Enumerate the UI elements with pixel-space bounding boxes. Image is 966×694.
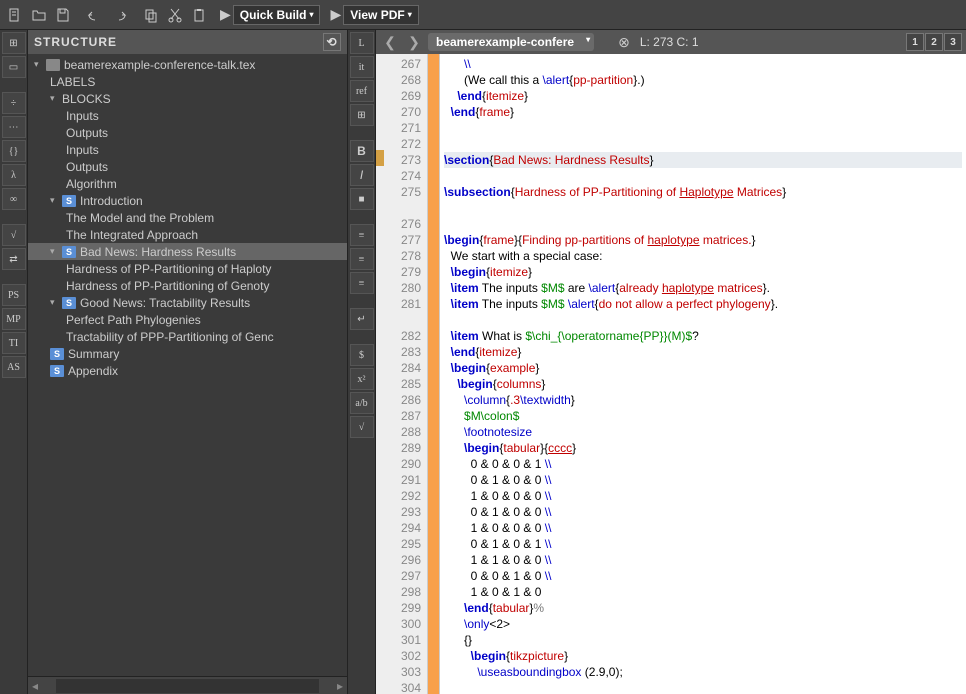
new-file-icon[interactable] [4, 4, 26, 26]
tree-subsection[interactable]: Hardness of PP-Partitioning of Haploty [28, 260, 347, 277]
tree-subsection[interactable]: Perfect Path Phylogenies [28, 311, 347, 328]
math-icon[interactable]: $ [350, 344, 374, 366]
lambda-icon[interactable]: λ [2, 164, 26, 186]
arrow-icon[interactable]: ⇄ [2, 248, 26, 270]
tree-section[interactable]: ▾SGood News: Tractability Results [28, 294, 347, 311]
tree-subsection[interactable]: The Integrated Approach [28, 226, 347, 243]
editor-tab[interactable]: beamerexample-confere▾ [428, 33, 594, 51]
sub-icon[interactable]: x² [350, 368, 374, 390]
item-icon[interactable]: it [350, 56, 374, 78]
cut-icon[interactable] [164, 4, 186, 26]
redo-icon[interactable] [108, 4, 130, 26]
mp-icon[interactable]: MP [2, 308, 26, 330]
tree-block-item[interactable]: Outputs [28, 124, 347, 141]
tree-block-item[interactable]: Inputs [28, 107, 347, 124]
braces-icon[interactable]: {} [2, 140, 26, 162]
nav-back-icon[interactable]: ❮ [380, 32, 400, 52]
tree-block-item[interactable]: Algorithm [28, 175, 347, 192]
color-icon[interactable]: ■ [350, 188, 374, 210]
italic-icon[interactable]: I [350, 164, 374, 186]
tree-subsection[interactable]: Hardness of PP-Partitioning of Genoty [28, 277, 347, 294]
bold-icon[interactable]: B [350, 140, 374, 162]
pane-3-button[interactable]: 3 [944, 33, 962, 51]
dots-icon[interactable]: ⋯ [2, 116, 26, 138]
left-align-icon[interactable]: ≡ [350, 224, 374, 246]
label-icon[interactable]: ▭ [2, 56, 26, 78]
pageref-icon[interactable]: ⊞ [350, 104, 374, 126]
view-pdf-dropdown[interactable]: View PDF ▾ [343, 5, 418, 25]
infinity-icon[interactable]: ∞ [2, 188, 26, 210]
right-align-icon[interactable]: ≡ [350, 272, 374, 294]
tree-labels[interactable]: LABELS [28, 73, 347, 90]
structure-header: STRUCTURE ⟲ [28, 30, 347, 54]
sqrt2-icon[interactable]: √ [350, 416, 374, 438]
frac-icon[interactable]: ÷ [2, 92, 26, 114]
structure-panel: STRUCTURE ⟲ ▾beamerexample-conference-ta… [28, 30, 348, 694]
pane-2-button[interactable]: 2 [925, 33, 943, 51]
editor-symbol-bar: L it ref ⊞ B I ■ ≡ ≡ ≡ ↵ $ x² a/b √ [348, 30, 376, 694]
editor-panel: ❮ ❯ beamerexample-confere▾ ⊗ L: 273 C: 1… [376, 30, 966, 694]
part-icon[interactable]: ⊞ [2, 32, 26, 54]
open-file-icon[interactable] [28, 4, 50, 26]
tab-close-icon[interactable]: ⊗ [618, 34, 630, 51]
tree-section[interactable]: ▾SIntroduction [28, 192, 347, 209]
copy-icon[interactable] [140, 4, 162, 26]
structure-hscrollbar[interactable]: ◂ ▸ [28, 676, 347, 694]
save-icon[interactable] [52, 4, 74, 26]
paste-icon[interactable] [188, 4, 210, 26]
quick-build-dropdown[interactable]: Quick Build ▾ [233, 5, 321, 25]
ps-icon[interactable]: PS [2, 284, 26, 306]
ti-icon[interactable]: TI [2, 332, 26, 354]
code-area[interactable]: \\ (We call this a \alert{pp-partition}.… [440, 54, 966, 694]
tree-subsection[interactable]: The Model and the Problem [28, 209, 347, 226]
structure-sync-icon[interactable]: ⟲ [323, 33, 341, 51]
left-symbol-bar: ⊞ ▭ ÷ ⋯ {} λ ∞ √ ⇄ PS MP TI AS [0, 30, 28, 694]
pane-1-button[interactable]: 1 [906, 33, 924, 51]
structure-tree: ▾beamerexample-conference-talk.texLABELS… [28, 54, 347, 676]
frac2-icon[interactable]: a/b [350, 392, 374, 414]
editor-body[interactable]: 2672682692702712722732742752762772782792… [376, 54, 966, 694]
build-play-icon[interactable]: ▶ [220, 6, 231, 23]
sqrt-icon[interactable]: √ [2, 224, 26, 246]
newline-icon[interactable]: ↵ [350, 308, 374, 330]
cursor-position: L: 273 C: 1 [640, 35, 699, 49]
view-play-icon[interactable]: ▶ [330, 6, 341, 23]
main-toolbar: ▶ Quick Build ▾ ▶ View PDF ▾ [0, 0, 966, 30]
tree-subsection[interactable]: Tractability of PPP-Partitioning of Genc [28, 328, 347, 345]
latex-icon[interactable]: L [350, 32, 374, 54]
tree-block-item[interactable]: Inputs [28, 141, 347, 158]
tree-root[interactable]: ▾beamerexample-conference-talk.tex [28, 56, 347, 73]
tree-blocks[interactable]: ▾BLOCKS [28, 90, 347, 107]
undo-icon[interactable] [84, 4, 106, 26]
tree-section[interactable]: SAppendix [28, 362, 347, 379]
line-gutter: 2672682692702712722732742752762772782792… [376, 54, 428, 694]
editor-header: ❮ ❯ beamerexample-confere▾ ⊗ L: 273 C: 1… [376, 30, 966, 54]
nav-fwd-icon[interactable]: ❯ [404, 32, 424, 52]
as-icon[interactable]: AS [2, 356, 26, 378]
ref-icon[interactable]: ref [350, 80, 374, 102]
fold-strip [428, 54, 440, 694]
tree-section[interactable]: ▾SBad News: Hardness Results [28, 243, 347, 260]
tree-section[interactable]: SSummary [28, 345, 347, 362]
center-icon[interactable]: ≡ [350, 248, 374, 270]
tree-block-item[interactable]: Outputs [28, 158, 347, 175]
